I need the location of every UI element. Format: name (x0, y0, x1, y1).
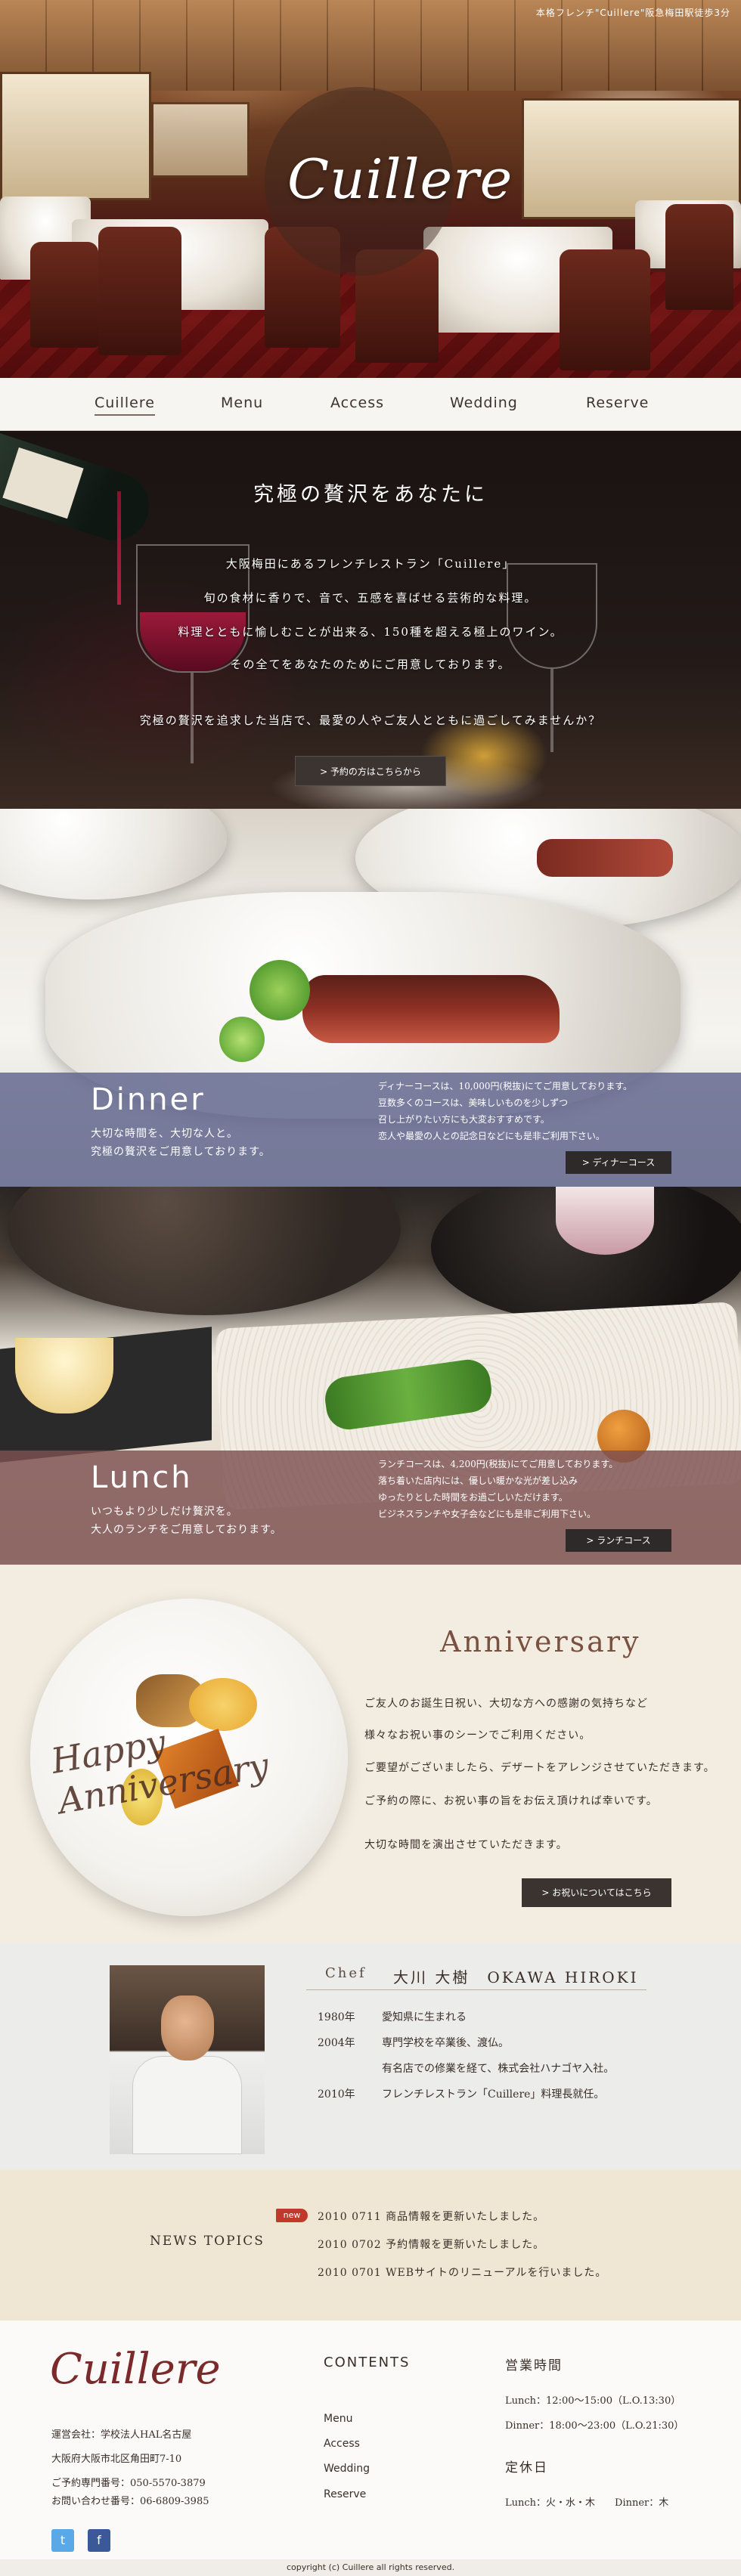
news-section: NEWS TOPICS new 2010 0711 商品情報を更新いたしました。… (0, 2169, 741, 2321)
nav-item-menu[interactable]: Menu (221, 395, 263, 411)
dinner-description: 召し上がりたい方にも大変おすすめです。 (378, 1114, 550, 1125)
copyright: copyright (c) Cuillere all rights reserv… (0, 2559, 741, 2576)
concept-heading: 究極の贅沢をあなたに (253, 483, 488, 506)
concept-line: 料理とともに愉しむことが出来る、150種を超える極上のワイン。 (178, 625, 563, 639)
hero-chair (665, 204, 733, 310)
lunch-title: Lunch (91, 1460, 193, 1495)
lunch-description: ゆったりとした時間をお過ごしいただけます。 (378, 1492, 568, 1503)
main-nav: Cuillere Menu Access Wedding Reserve (0, 378, 741, 431)
dinner-course-button[interactable]: > ディナーコース (566, 1151, 671, 1174)
footer-link-reserve[interactable]: Reserve (324, 2488, 366, 2500)
anniversary-button[interactable]: > お祝いについてはこちら (522, 1878, 671, 1907)
hero-chair (560, 249, 650, 370)
chef-section: Chef 大川 大樹 OKAWA HIROKI 1980年 愛知県に生まれる 2… (0, 1943, 741, 2169)
lunch-subline: 大人のランチをご用意しております。 (91, 1524, 282, 1536)
lunch-subline: いつもより少しだけ贅沢を。 (91, 1506, 238, 1518)
dish-plate-image (0, 809, 227, 899)
glass-stem (550, 669, 553, 752)
footer-link-access[interactable]: Access (324, 2438, 360, 2450)
dinner-subline: 大切な時間を、大切な人と。 (91, 1128, 238, 1140)
contents-heading: CONTENTS (324, 2355, 411, 2370)
dinner-title: Dinner (91, 1082, 206, 1117)
history-text: 専門学校を卒業後、渡仏。 (382, 2037, 509, 2049)
history-year: 2010年 (318, 2088, 355, 2101)
footer-link-menu[interactable]: Menu (324, 2413, 352, 2425)
chef-name: 大川 大樹 OKAWA HIROKI (393, 1968, 639, 1986)
lunch-description: ビジネスランチや女子会などにも是非ご利用下さい。 (378, 1509, 597, 1519)
concept-section: 究極の贅沢をあなたに 大阪梅田にあるフレンチレストラン「Cuillere」 旬の… (0, 431, 741, 809)
twitter-icon[interactable]: t (51, 2529, 74, 2552)
footer-link-wedding[interactable]: Wedding (324, 2463, 370, 2475)
hours-dinner: Dinner：18:00～23:00（L.O.21:30） (505, 2420, 684, 2432)
closed-days: Lunch：火・水・木 Dinner：木 (505, 2497, 669, 2509)
anniversary-text: ご要望がございましたら、デザートをアレンジさせていただきます。 (364, 1762, 715, 1774)
history-year: 1980年 (318, 2011, 355, 2023)
anniversary-section: Happy Anniversary Anniversary ご友人のお誕生日祝い… (0, 1565, 741, 1943)
news-item[interactable]: 2010 0711 商品情報を更新いたしました。 (318, 2209, 544, 2224)
anniversary-text: 様々なお祝い事のシーンでご利用ください。 (364, 1729, 591, 1742)
hero-tagline: 本格フレンチ"Cuillere"阪急梅田駅徒歩3分 (535, 8, 730, 18)
nav-item-access[interactable]: Access (330, 395, 384, 411)
footer-info: ご予約専門番号：050-5570-3879 (51, 2478, 206, 2489)
nav-item-cuillere[interactable]: Cuillere (95, 395, 155, 416)
footer-info: 運営会社：学校法人HAL名古屋 (51, 2429, 192, 2441)
concept-line: 旬の食材に香りで、音で、五感を喜ばせる芸術的な料理。 (203, 591, 538, 605)
vegetable-image (250, 960, 310, 1020)
anniversary-text: ご友人のお誕生日祝い、大切な方への感謝の気持ちなど (364, 1698, 648, 1710)
footer-info: 大阪府大阪市北区角田町7-10 (51, 2454, 182, 2465)
news-item[interactable]: 2010 0702 予約情報を更新いたしました。 (318, 2237, 544, 2252)
dinner-subline: 究極の贅沢をご用意しております。 (91, 1146, 271, 1158)
nav-item-reserve[interactable]: Reserve (586, 395, 649, 411)
hours-lunch: Lunch：12:00～15:00（L.O.13:30） (505, 2395, 681, 2407)
chef-label: Chef (325, 1965, 367, 1981)
wine-glass-image (507, 563, 597, 669)
history-text: フレンチレストラン「Cuillere」料理長就任。 (382, 2088, 605, 2101)
footer-info: お問い合わせ番号：06-6809-3985 (51, 2496, 209, 2507)
concept-line: 究極の贅沢を追求した当店で、最愛の人やご友人とともに過ごしてみませんか？ (139, 714, 602, 727)
lunch-section: Lunch いつもより少しだけ贅沢を。 大人のランチをご用意しております。 ラン… (0, 1187, 741, 1565)
anniversary-text: 大切な時間を演出させていただきます。 (364, 1839, 568, 1851)
footer-logo: Cuillere (50, 2345, 221, 2394)
closed-heading: 定休日 (505, 2460, 548, 2475)
news-heading: NEWS TOPICS (150, 2234, 265, 2249)
dinner-section: Dinner 大切な時間を、大切な人と。 究極の贅沢をご用意しております。 ディ… (0, 809, 741, 1187)
wine-pour-image (117, 491, 121, 605)
dinner-description: 恋人や最愛の人との記念日などにも是非ご利用下さい。 (378, 1131, 605, 1141)
hero-chair (98, 227, 181, 355)
new-badge: new (276, 2209, 308, 2222)
hero-banner: Cuillere 本格フレンチ"Cuillere"阪急梅田駅徒歩3分 (0, 0, 741, 378)
soup-bowl-image (556, 1187, 654, 1255)
vegetable-image (219, 1017, 265, 1062)
meat-dish-image (537, 839, 673, 877)
anniversary-title: Anniversary (440, 1625, 641, 1658)
lunch-course-button[interactable]: > ランチコース (566, 1529, 671, 1552)
lunch-description: 落ち着いた店内には、優しい暖かな光が差し込み (378, 1475, 578, 1486)
hero-window-left (0, 72, 151, 200)
lunch-description: ランチコースは、4,200円(税抜)にてご用意しております。 (378, 1459, 619, 1469)
dark-plate-image (8, 1187, 401, 1315)
history-text: 有名店での修業を経て、株式会社ハナゴヤ入社。 (382, 2063, 615, 2075)
history-text: 愛知県に生まれる (382, 2011, 467, 2023)
chef-divider (306, 1989, 646, 1990)
dinner-description: 豆数多くのコースは、美味しいものを少しずつ (378, 1098, 569, 1108)
anniversary-text: ご予約の際に、お祝い事の旨をお伝え頂ければ幸いです。 (364, 1795, 658, 1807)
nav-item-wedding[interactable]: Wedding (450, 395, 518, 411)
facebook-icon[interactable]: f (88, 2529, 110, 2552)
hero-chair (30, 242, 98, 348)
hero-logo: Cuillere (287, 147, 513, 211)
hero-window-mid (151, 102, 250, 178)
site-footer: Cuillere 運営会社：学校法人HAL名古屋 大阪府大阪市北区角田町7-10… (0, 2321, 741, 2576)
reserve-button[interactable]: > 予約の方はこちらから (295, 756, 446, 786)
history-year: 2004年 (318, 2037, 355, 2049)
dinner-description: ディナーコースは、10,000円(税抜)にてご用意しております。 (378, 1081, 632, 1091)
chef-photo (110, 1965, 265, 2154)
steak-image (302, 975, 560, 1043)
concept-line: 大阪梅田にあるフレンチレストラン「Cuillere」 (225, 557, 516, 571)
news-item[interactable]: 2010 0701 WEBサイトのリニューアルを行いました。 (318, 2265, 606, 2280)
concept-line: その全てをあなたのためにご用意しております。 (230, 658, 511, 671)
hours-heading: 営業時間 (505, 2358, 563, 2373)
